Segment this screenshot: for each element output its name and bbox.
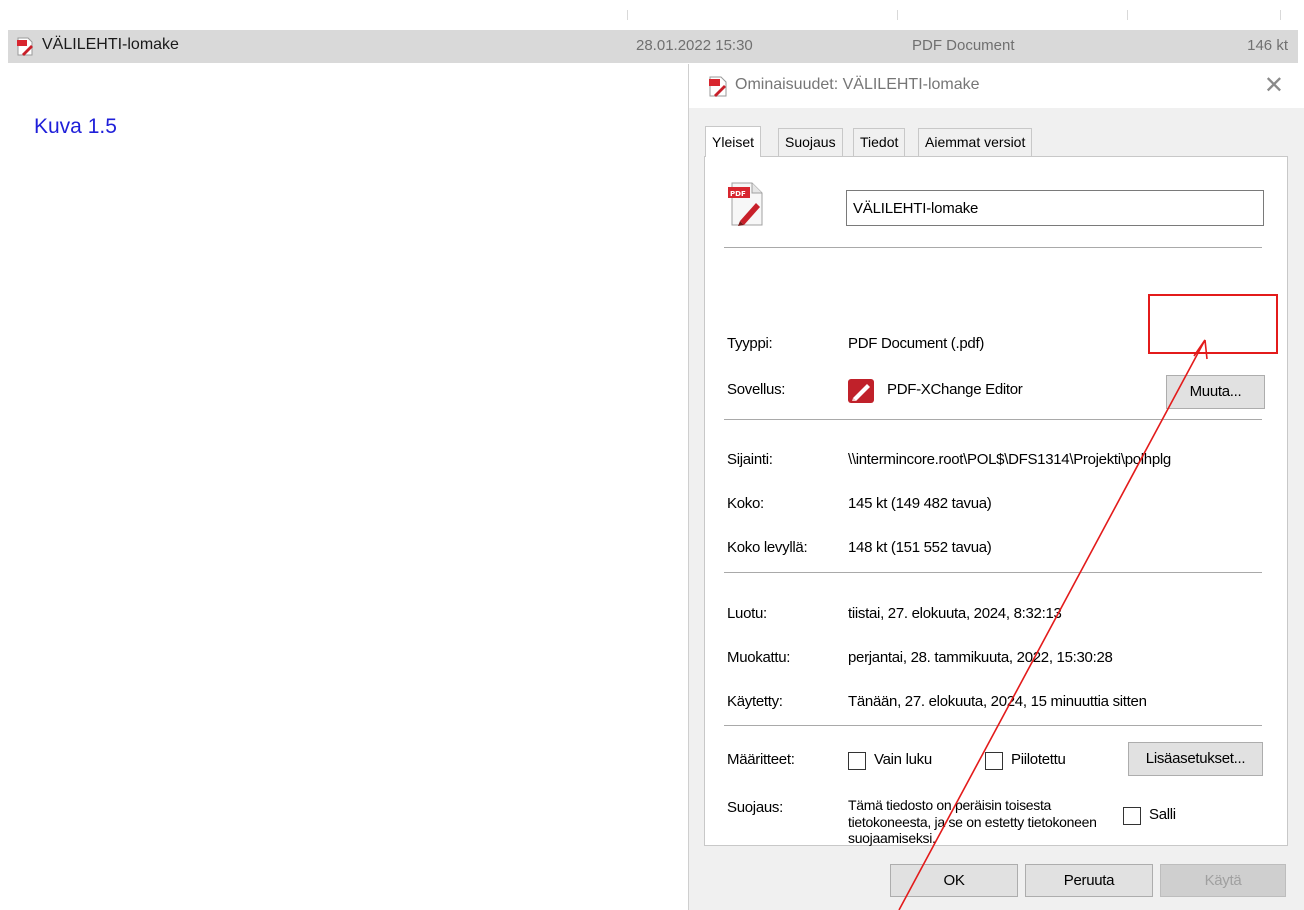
- modified-value: perjantai, 28. tammikuuta, 2022, 15:30:2…: [848, 649, 1113, 666]
- separator: [724, 419, 1262, 420]
- size-on-disk-label: Koko levyllä:: [727, 539, 808, 556]
- accessed-label: Käytetty:: [727, 693, 783, 710]
- general-panel: PDF Tyyppi: PDF Document (.pdf) Sovellus…: [704, 156, 1288, 846]
- type-label: Tyyppi:: [727, 335, 773, 352]
- dialog-title: Ominaisuudet: VÄLILEHTI-lomake: [735, 76, 980, 93]
- change-app-button[interactable]: Muuta...: [1166, 375, 1265, 409]
- attributes-label: Määritteet:: [727, 751, 795, 768]
- tab-aiemmat-versiot[interactable]: Aiemmat versiot: [918, 128, 1033, 156]
- close-icon[interactable]: ✕: [1264, 71, 1284, 100]
- figure-caption: Kuva 1.5: [34, 115, 117, 138]
- tab-suojaus[interactable]: Suojaus: [778, 128, 843, 156]
- pdf-xchange-editor-icon: [848, 379, 874, 403]
- apply-button[interactable]: Käytä: [1160, 864, 1286, 897]
- tab-yleiset[interactable]: Yleiset: [705, 126, 762, 157]
- accessed-value: Tänään, 27. elokuuta, 2024, 15 minuuttia…: [848, 693, 1147, 710]
- file-name: VÄLILEHTI-lomake: [42, 36, 179, 53]
- size-label: Koko:: [727, 495, 764, 512]
- type-value: PDF Document (.pdf): [848, 335, 985, 352]
- hidden-checkbox[interactable]: [985, 752, 1003, 770]
- column-divider: [1280, 10, 1281, 20]
- cancel-button[interactable]: Peruuta: [1025, 864, 1153, 897]
- app-label: Sovellus:: [727, 381, 786, 398]
- column-divider: [1127, 10, 1128, 20]
- allow-label: Salli: [1149, 806, 1176, 823]
- hidden-label: Piilotettu: [1011, 751, 1066, 768]
- readonly-checkbox[interactable]: [848, 752, 866, 770]
- pdf-file-icon: [17, 37, 33, 56]
- separator: [724, 725, 1262, 726]
- column-divider: [627, 10, 628, 20]
- allow-checkbox[interactable]: [1123, 807, 1141, 825]
- file-date: 28.01.2022 15:30: [636, 37, 753, 54]
- file-type: PDF Document: [912, 37, 1015, 54]
- file-name-field[interactable]: [846, 190, 1264, 226]
- pdf-file-icon: [709, 76, 727, 97]
- readonly-label: Vain luku: [874, 751, 932, 768]
- annotation-highlight-box: [1148, 294, 1278, 354]
- tab-tiedot[interactable]: Tiedot: [853, 128, 906, 156]
- separator: [724, 247, 1262, 248]
- size-value: 145 kt (149 482 tavua): [848, 495, 992, 512]
- pdf-document-icon: PDF: [728, 182, 763, 226]
- modified-label: Muokattu:: [727, 649, 791, 666]
- separator: [724, 572, 1262, 573]
- size-on-disk-value: 148 kt (151 552 tavua): [848, 539, 992, 556]
- ok-button[interactable]: OK: [890, 864, 1018, 897]
- explorer-header-remnant: [0, 0, 1304, 28]
- security-label: Suojaus:: [727, 799, 783, 816]
- dialog-titlebar[interactable]: Ominaisuudet: VÄLILEHTI-lomake ✕: [689, 64, 1304, 108]
- created-label: Luotu:: [727, 605, 767, 622]
- location-value: \\intermincore.root\POL$\DFS1314\Projekt…: [848, 451, 1171, 468]
- file-size: 146 kt: [1247, 37, 1288, 54]
- created-value: tiistai, 27. elokuuta, 2024, 8:32:13: [848, 605, 1062, 622]
- column-divider: [897, 10, 898, 20]
- svg-text:PDF: PDF: [730, 190, 746, 198]
- location-label: Sijainti:: [727, 451, 773, 468]
- app-value: PDF-XChange Editor: [887, 381, 1023, 398]
- advanced-button[interactable]: Lisäasetukset...: [1128, 742, 1263, 776]
- security-message: Tämä tiedosto on peräisin toisesta tieto…: [848, 797, 1097, 846]
- file-row-valilehti[interactable]: VÄLILEHTI-lomake 28.01.2022 15:30 PDF Do…: [8, 30, 1298, 63]
- properties-dialog: Ominaisuudet: VÄLILEHTI-lomake ✕ Yleiset…: [688, 64, 1304, 910]
